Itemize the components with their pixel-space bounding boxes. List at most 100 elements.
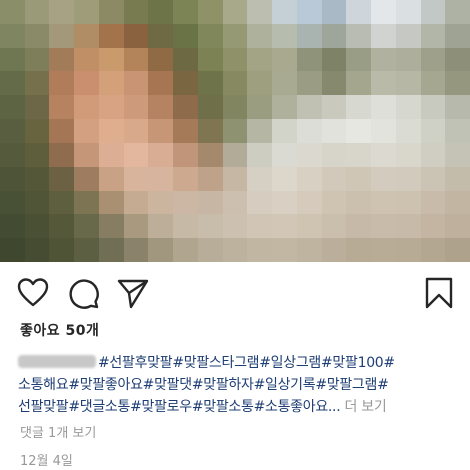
photo-pixel — [445, 0, 470, 24]
photo-pixel — [222, 95, 248, 120]
photo-pixel — [296, 23, 322, 48]
photo-pixel — [247, 0, 273, 24]
photo-pixel — [0, 23, 25, 48]
photo-pixel — [296, 0, 322, 24]
post-caption: #선팔후맞팔#맞팔스타그램#일상그램#맞팔100# 소통해요#맞팔좋아요#맞팔댓… — [18, 352, 463, 418]
photo-pixel — [321, 142, 347, 167]
heart-icon[interactable] — [16, 276, 50, 310]
photo-pixel — [296, 142, 322, 167]
photo-pixel — [49, 166, 75, 191]
photo-pixel — [420, 95, 446, 120]
photo-pixel — [321, 47, 347, 72]
photo-pixel — [272, 166, 297, 191]
post-photo-pixelated[interactable] — [0, 0, 470, 262]
photo-pixel — [371, 238, 396, 262]
photo-pixel — [197, 119, 223, 143]
photo-pixel — [123, 0, 149, 24]
photo-pixel — [173, 47, 198, 72]
bookmark-icon[interactable] — [422, 276, 456, 310]
photo-pixel — [346, 47, 372, 72]
caption-hashtags-1[interactable]: #선팔후맞팔#맞팔스타그램#일상그램#맞팔100# — [98, 355, 395, 371]
photo-pixel — [74, 23, 99, 48]
photo-pixel — [296, 166, 322, 191]
photo-pixel — [346, 166, 372, 191]
photo-pixel — [173, 142, 198, 167]
instagram-post: 좋아요 50개 #선팔후맞팔#맞팔스타그램#일상그램#맞팔100# 소통해요#맞… — [0, 0, 470, 470]
photo-pixel — [148, 166, 174, 191]
photo-pixel — [197, 23, 223, 48]
photo-pixel — [98, 95, 124, 120]
photo-pixel — [24, 238, 50, 262]
more-link[interactable]: 더 보기 — [345, 399, 387, 415]
photo-pixel — [0, 95, 25, 120]
photo-pixel — [222, 142, 248, 167]
photo-pixel — [74, 166, 99, 191]
photo-pixel — [272, 0, 297, 24]
photo-pixel — [173, 119, 198, 143]
photo-pixel — [173, 214, 198, 239]
send-icon[interactable] — [116, 276, 150, 310]
photo-pixel — [371, 95, 396, 120]
photo-pixel — [0, 0, 25, 24]
photo-pixel — [346, 119, 372, 143]
photo-pixel — [49, 142, 75, 167]
photo-pixel — [321, 238, 347, 262]
photo-pixel — [49, 47, 75, 72]
photo-pixel — [296, 238, 322, 262]
photo-pixel — [371, 190, 396, 215]
photo-pixel — [123, 142, 149, 167]
photo-pixel — [247, 238, 273, 262]
photo-pixel — [420, 238, 446, 262]
photo-pixel — [148, 142, 174, 167]
photo-pixel — [395, 95, 421, 120]
likes-count[interactable]: 좋아요 50개 — [20, 320, 99, 340]
photo-pixel — [0, 47, 25, 72]
photo-pixel — [296, 119, 322, 143]
photo-pixel — [321, 166, 347, 191]
photo-pixel — [222, 71, 248, 96]
photo-pixel — [272, 23, 297, 48]
photo-pixel — [420, 71, 446, 96]
photo-pixel — [272, 95, 297, 120]
photo-pixel — [445, 95, 470, 120]
photo-pixel — [395, 71, 421, 96]
photo-pixel — [321, 214, 347, 239]
photo-pixel — [74, 95, 99, 120]
photo-pixel — [445, 214, 470, 239]
photo-pixel — [74, 214, 99, 239]
photo-pixel — [173, 95, 198, 120]
photo-pixel — [173, 71, 198, 96]
photo-pixel — [247, 47, 273, 72]
photo-pixel — [247, 71, 273, 96]
photo-pixel — [49, 214, 75, 239]
photo-pixel — [420, 166, 446, 191]
photo-pixel — [445, 142, 470, 167]
photo-pixel — [123, 95, 149, 120]
photo-pixel — [197, 214, 223, 239]
blurred-username[interactable] — [18, 355, 96, 368]
photo-pixel — [24, 119, 50, 143]
photo-pixel — [197, 238, 223, 262]
caption-line-3: 선팔맞팔#댓글소통#맞팔로우#맞팔소통#소통좋아요... 더 보기 — [18, 396, 463, 418]
photo-pixel — [296, 190, 322, 215]
photo-pixel — [0, 71, 25, 96]
photo-pixel — [74, 47, 99, 72]
photo-pixel — [123, 47, 149, 72]
photo-pixel — [0, 119, 25, 143]
caption-hashtags-3[interactable]: 선팔맞팔#댓글소통#맞팔로우#맞팔소통#소통좋아요... — [18, 399, 341, 415]
caption-hashtags-2[interactable]: 소통해요#맞팔좋아요#맞팔댓#맞팔하자#일상기록#맞팔그램# — [18, 374, 463, 396]
photo-pixel — [197, 166, 223, 191]
photo-pixel — [420, 47, 446, 72]
photo-pixel — [98, 166, 124, 191]
view-comments-link[interactable]: 댓글 1개 보기 — [20, 422, 96, 441]
photo-pixel — [74, 71, 99, 96]
photo-pixel — [420, 142, 446, 167]
photo-pixel — [420, 190, 446, 215]
photo-pixel — [98, 47, 124, 72]
photo-pixel — [123, 214, 149, 239]
photo-pixel — [296, 95, 322, 120]
comment-icon[interactable] — [66, 276, 100, 310]
photo-pixel — [395, 190, 421, 215]
photo-pixel — [445, 190, 470, 215]
photo-pixel — [123, 119, 149, 143]
